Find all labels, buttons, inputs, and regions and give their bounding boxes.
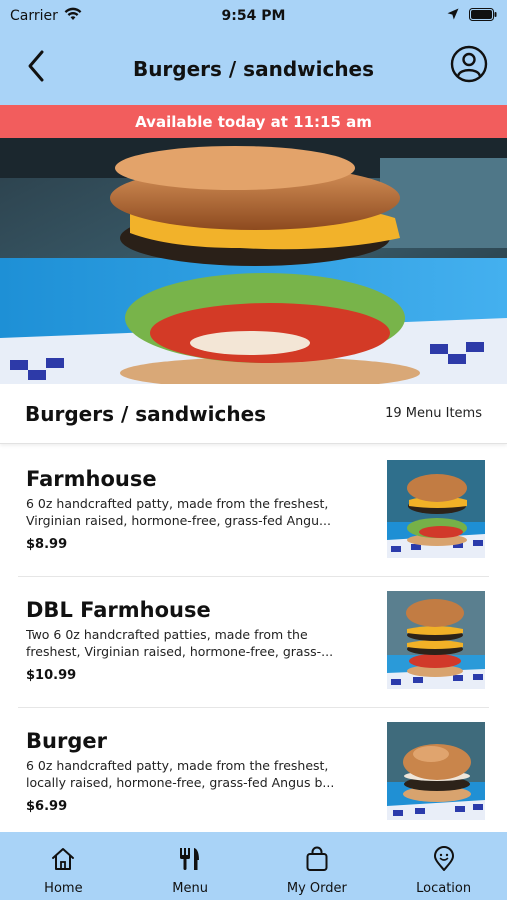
availability-banner: Available today at 11:15 am	[0, 105, 507, 138]
item-name: Burger	[26, 729, 107, 753]
section-header: Burgers / sandwiches 19 Menu Items	[0, 384, 507, 444]
category-hero-image	[0, 138, 507, 384]
location-arrow-icon	[447, 8, 459, 24]
menu-item-text: DBL Farmhouse Two 6 0z handcrafted patti…	[26, 597, 346, 683]
tab-label: Home	[44, 881, 83, 896]
item-price: $8.99	[26, 537, 68, 552]
menu-item-text: Farmhouse 6 0z handcrafted patty, made f…	[26, 466, 346, 552]
menu-item-text: Burger 6 0z handcrafted patty, made from…	[26, 728, 346, 814]
carrier-label: Carrier	[10, 8, 58, 24]
section-title: Burgers / sandwiches	[25, 401, 267, 426]
menu-item-dbl-farmhouse[interactable]: DBL Farmhouse Two 6 0z handcrafted patti…	[18, 577, 489, 708]
item-price: $10.99	[26, 668, 77, 683]
back-button[interactable]	[18, 46, 54, 90]
wifi-icon	[64, 7, 82, 25]
item-thumbnail	[387, 591, 485, 689]
tab-label: Menu	[172, 881, 208, 896]
status-left: Carrier	[10, 7, 82, 25]
item-description: 6 0z handcrafted patty, made from the fr…	[26, 758, 335, 790]
menu-screen: Carrier 9:54 PM Burgers / sandwiches Ava…	[0, 0, 507, 900]
menu-item-farmhouse[interactable]: Farmhouse 6 0z handcrafted patty, made f…	[18, 446, 489, 577]
item-name: Farmhouse	[26, 467, 157, 491]
item-thumbnail	[387, 722, 485, 820]
account-button[interactable]	[449, 45, 489, 87]
item-price: $6.99	[26, 799, 68, 814]
tab-bar: Home Menu My Order Location	[0, 832, 507, 900]
tab-menu[interactable]: Menu	[127, 832, 253, 900]
user-circle-icon	[450, 45, 488, 87]
chevron-left-icon	[25, 48, 47, 88]
tab-my-order[interactable]: My Order	[254, 832, 380, 900]
tab-label: Location	[416, 881, 472, 896]
status-right	[447, 7, 497, 25]
tab-home[interactable]: Home	[0, 832, 126, 900]
burger-photo	[0, 138, 507, 384]
nav-header: Burgers / sandwiches	[0, 32, 507, 105]
status-bar: Carrier 9:54 PM	[0, 0, 507, 32]
item-name: DBL Farmhouse	[26, 598, 211, 622]
item-thumbnail	[387, 460, 485, 558]
item-description: 6 0z handcrafted patty, made from the fr…	[26, 496, 331, 528]
home-icon	[50, 846, 76, 876]
menu-item-count: 19 Menu Items	[385, 406, 482, 421]
fork-knife-icon	[177, 846, 203, 876]
tab-location[interactable]: Location	[381, 832, 507, 900]
menu-item-burger[interactable]: Burger 6 0z handcrafted patty, made from…	[18, 708, 489, 839]
battery-icon	[469, 7, 497, 25]
menu-list: Farmhouse 6 0z handcrafted patty, made f…	[0, 446, 507, 839]
tab-label: My Order	[286, 881, 347, 896]
item-description: Two 6 0z handcrafted patties, made from …	[26, 627, 334, 659]
availability-text: Available today at 11:15 am	[135, 112, 372, 131]
shopping-bag-icon	[304, 846, 330, 876]
page-title: Burgers / sandwiches	[132, 56, 375, 81]
location-pin-icon	[431, 846, 457, 876]
